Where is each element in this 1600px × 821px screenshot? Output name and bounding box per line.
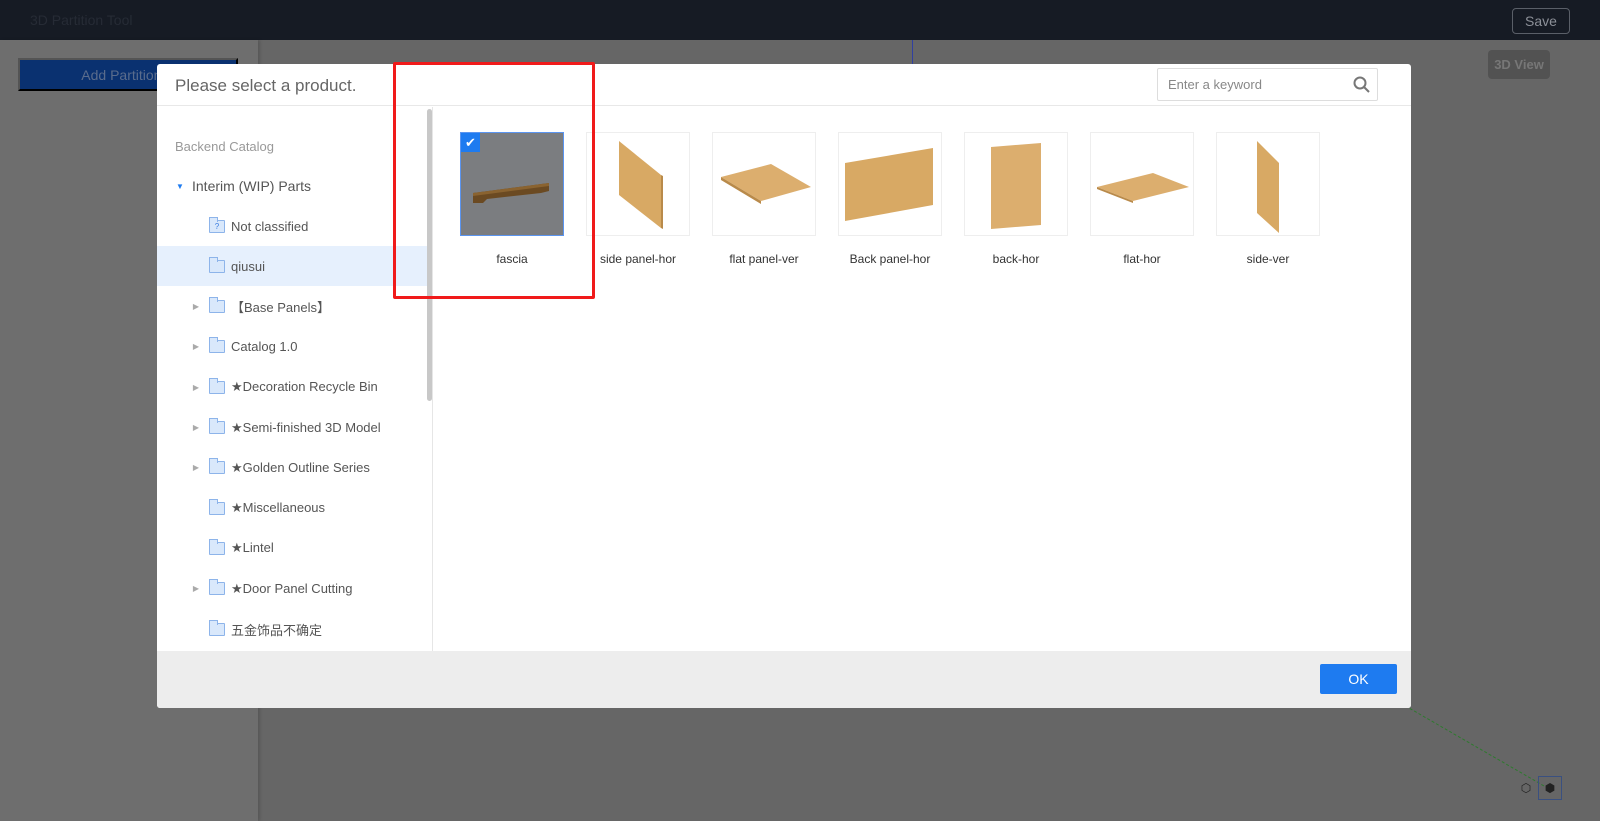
caret-right-icon[interactable]: ▶: [191, 302, 201, 311]
search-icon[interactable]: [1353, 76, 1371, 94]
folder-icon: [209, 458, 225, 475]
folder-icon: [209, 418, 225, 434]
tree-root[interactable]: ▼ Interim (WIP) Parts: [157, 166, 427, 206]
product-thumbnail[interactable]: [712, 132, 816, 236]
caret-right-icon[interactable]: ▶: [191, 463, 201, 472]
folder-icon: [209, 619, 225, 636]
tree-item[interactable]: ? Not classified: [157, 206, 427, 246]
tree-item[interactable]: 五金饰品不确定: [157, 609, 427, 649]
ok-button[interactable]: OK: [1320, 664, 1397, 694]
caret-right-icon[interactable]: ▶: [191, 423, 201, 432]
product-card[interactable]: flat-hor: [1090, 132, 1194, 266]
tree-item[interactable]: qiusui: [157, 246, 427, 287]
folder-icon: [209, 337, 225, 354]
tree-item[interactable]: ▶ Catalog 1.0: [157, 327, 427, 367]
tree-item-label: qiusui: [231, 258, 265, 274]
tree-item[interactable]: ▶ ★Semi-finished 3D Model: [157, 408, 427, 448]
folder-icon: [209, 498, 225, 515]
tree-item-label: 五金饰品不确定: [231, 622, 323, 638]
product-select-dialog: Please select a product. Enter a keyword…: [157, 64, 1411, 708]
top-bar: 3D Partition Tool Save: [0, 0, 1600, 40]
dialog-header: Please select a product. Enter a keyword: [157, 64, 1411, 106]
caret-right-icon[interactable]: ▶: [191, 584, 201, 593]
product-label: flat panel-ver: [729, 252, 799, 266]
product-card[interactable]: back-hor: [964, 132, 1068, 266]
tree-item[interactable]: ▶ 【Base Panels】: [157, 287, 427, 327]
product-thumbnail[interactable]: [1090, 132, 1194, 236]
dialog-title: Please select a product.: [175, 76, 357, 95]
annotation-highlight: [393, 62, 595, 299]
tree-item-label: ★Miscellaneous: [231, 500, 326, 516]
product-label: back-hor: [992, 252, 1040, 266]
folder-icon: [209, 256, 225, 273]
caret-right-icon[interactable]: ▶: [191, 342, 201, 351]
product-card[interactable]: side-ver: [1216, 132, 1320, 266]
tree-item[interactable]: ▶ ★Golden Outline Series: [157, 448, 427, 488]
caret-down-icon[interactable]: ▼: [175, 182, 185, 191]
product-card[interactable]: side panel-hor: [586, 132, 690, 266]
product-thumbnail[interactable]: [964, 132, 1068, 236]
cube-solid-icon[interactable]: ⬢: [1538, 776, 1562, 800]
tree-item[interactable]: ★Miscellaneous: [157, 488, 427, 528]
save-button[interactable]: Save: [1512, 8, 1570, 34]
tree-item-label: ★Decoration Recycle Bin: [231, 379, 378, 395]
tree-item[interactable]: ★Lintel: [157, 528, 427, 568]
cube-outline-icon[interactable]: ⬡: [1514, 776, 1538, 800]
search-input[interactable]: Enter a keyword: [1157, 68, 1378, 101]
tree-item-label: ★Lintel: [231, 540, 274, 556]
folder-icon: [209, 538, 225, 555]
folder-icon: [209, 579, 225, 596]
tree-item-label: ★Golden Outline Series: [231, 459, 370, 475]
tree-item-label: Not classified: [231, 218, 309, 234]
product-thumbnail[interactable]: [1216, 132, 1320, 236]
guide-line: [912, 40, 913, 66]
folder-icon: [209, 377, 225, 394]
catalog-tree: Backend Catalog ▼ Interim (WIP) Parts ? N…: [157, 107, 433, 651]
product-label: side panel-hor: [599, 252, 677, 266]
tree-root-label: Interim (WIP) Parts: [192, 178, 312, 194]
caret-right-icon[interactable]: ▶: [191, 383, 201, 392]
product-card[interactable]: flat panel-ver: [712, 132, 816, 266]
product-thumbnail[interactable]: [838, 132, 942, 236]
folder-icon: [209, 297, 225, 314]
product-label: side-ver: [1246, 252, 1290, 266]
tree-item-label: Catalog 1.0: [231, 339, 298, 355]
tree-item-label: ★Semi-finished 3D Model: [231, 419, 381, 435]
3d-view-button[interactable]: 3D View: [1488, 50, 1550, 79]
tree-item[interactable]: ▶ ★Door Panel Cutting: [157, 569, 427, 609]
dialog-footer: OK: [157, 651, 1411, 708]
tree-header: Backend Catalog: [175, 139, 275, 154]
tree-item-label: ★Door Panel Cutting: [231, 580, 353, 596]
tree-item[interactable]: ▶ ★Decoration Recycle Bin: [157, 367, 427, 407]
product-label: flat-hor: [1123, 252, 1161, 266]
tree-item-label: 【Base Panels】: [231, 300, 330, 316]
unknown-folder-icon: ?: [209, 216, 225, 233]
product-thumbnail[interactable]: [586, 132, 690, 236]
product-card[interactable]: Back panel-hor: [838, 132, 942, 266]
app-title: 3D Partition Tool: [30, 12, 133, 28]
product-label: Back panel-hor: [849, 252, 931, 266]
